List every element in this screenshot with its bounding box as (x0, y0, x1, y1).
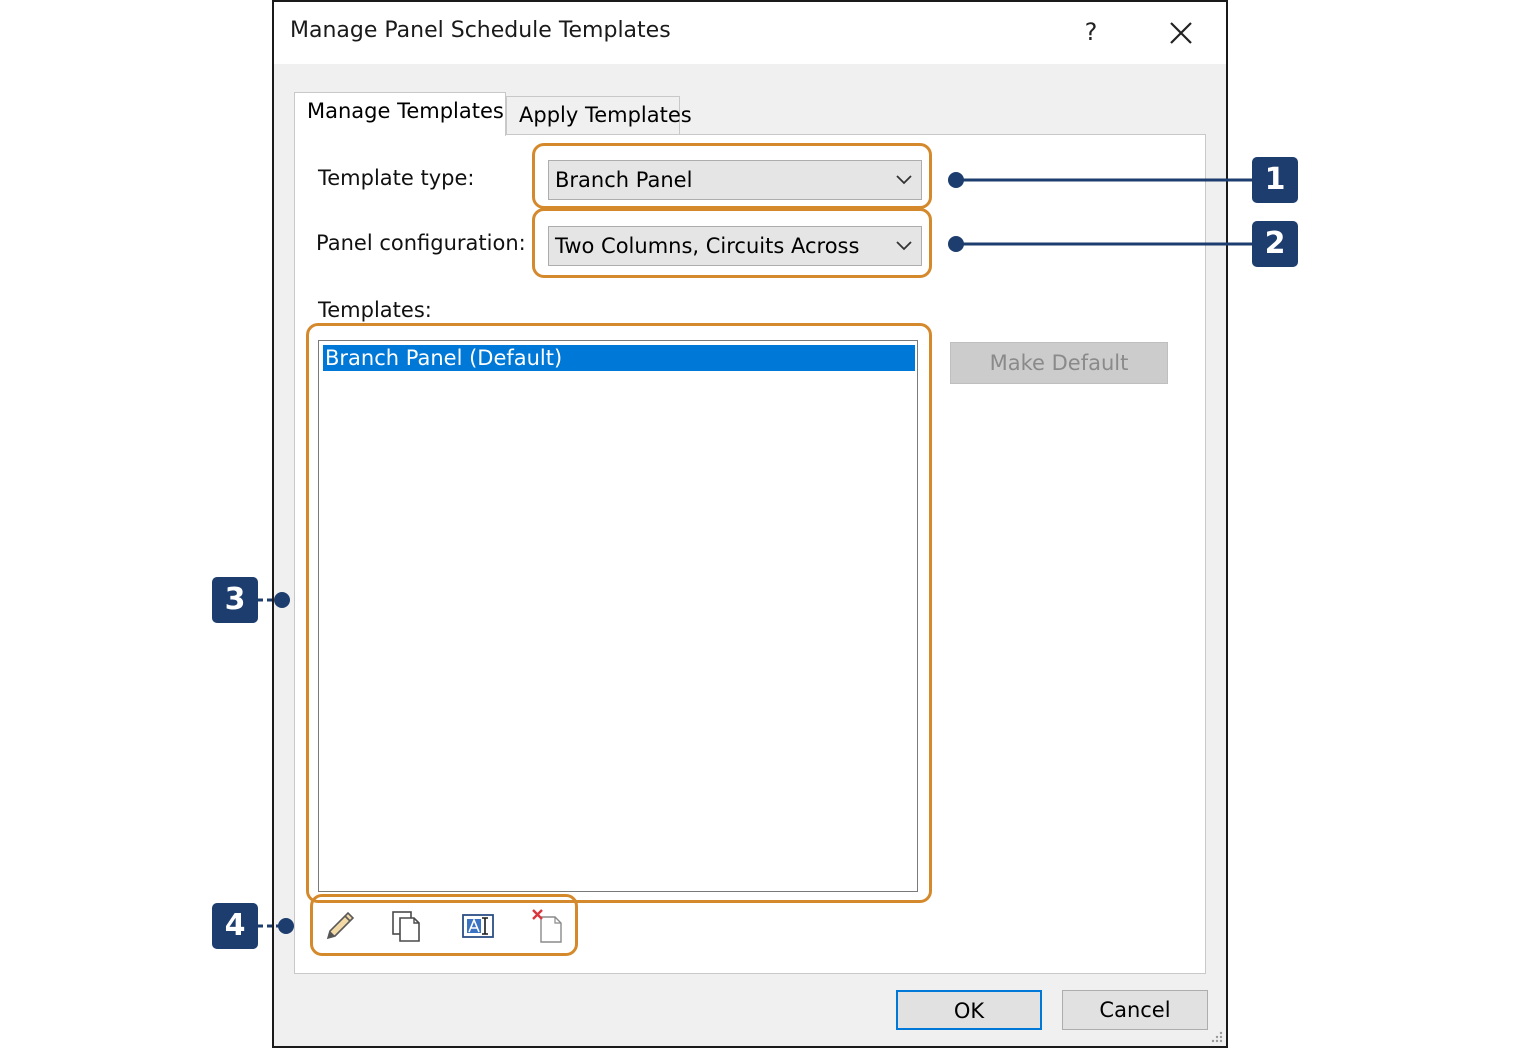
callout-badge-3: 3 (212, 577, 258, 623)
templates-listbox[interactable]: Branch Panel (Default) (318, 340, 918, 892)
tab-apply-templates[interactable]: Apply Templates (506, 96, 692, 134)
manage-panel-schedule-templates-dialog: Manage Panel Schedule Templates ? Manage… (272, 0, 1228, 1048)
cancel-button[interactable]: Cancel (1062, 990, 1208, 1030)
duplicate-icon[interactable] (388, 908, 424, 944)
callout-badge-1: 1 (1252, 157, 1298, 203)
panel-configuration-label: Panel configuration: (316, 231, 526, 255)
callout-badge-4: 4 (212, 903, 258, 949)
resize-grip-icon[interactable] (1210, 1030, 1224, 1044)
template-type-label: Template type: (318, 166, 475, 190)
help-button[interactable]: ? (1074, 14, 1108, 50)
template-type-value: Branch Panel (555, 168, 693, 192)
chevron-down-icon (896, 175, 912, 185)
callout-badge-2: 2 (1252, 221, 1298, 267)
templates-label: Templates: (318, 298, 432, 322)
chevron-down-icon (896, 241, 912, 251)
tab-manage-templates[interactable]: Manage Templates (294, 92, 506, 136)
panel-configuration-value: Two Columns, Circuits Across (555, 234, 860, 258)
dialog-title: Manage Panel Schedule Templates (290, 18, 671, 43)
rename-icon[interactable] (460, 908, 496, 944)
list-item[interactable]: Branch Panel (Default) (323, 345, 915, 371)
title-bar: Manage Panel Schedule Templates ? (274, 2, 1226, 64)
pencil-icon[interactable] (322, 908, 358, 944)
make-default-button: Make Default (950, 342, 1168, 384)
template-type-dropdown[interactable]: Branch Panel (548, 160, 922, 200)
delete-icon[interactable] (530, 908, 566, 944)
panel-configuration-dropdown[interactable]: Two Columns, Circuits Across (548, 226, 922, 266)
close-icon[interactable] (1164, 16, 1198, 50)
ok-button[interactable]: OK (896, 990, 1042, 1030)
